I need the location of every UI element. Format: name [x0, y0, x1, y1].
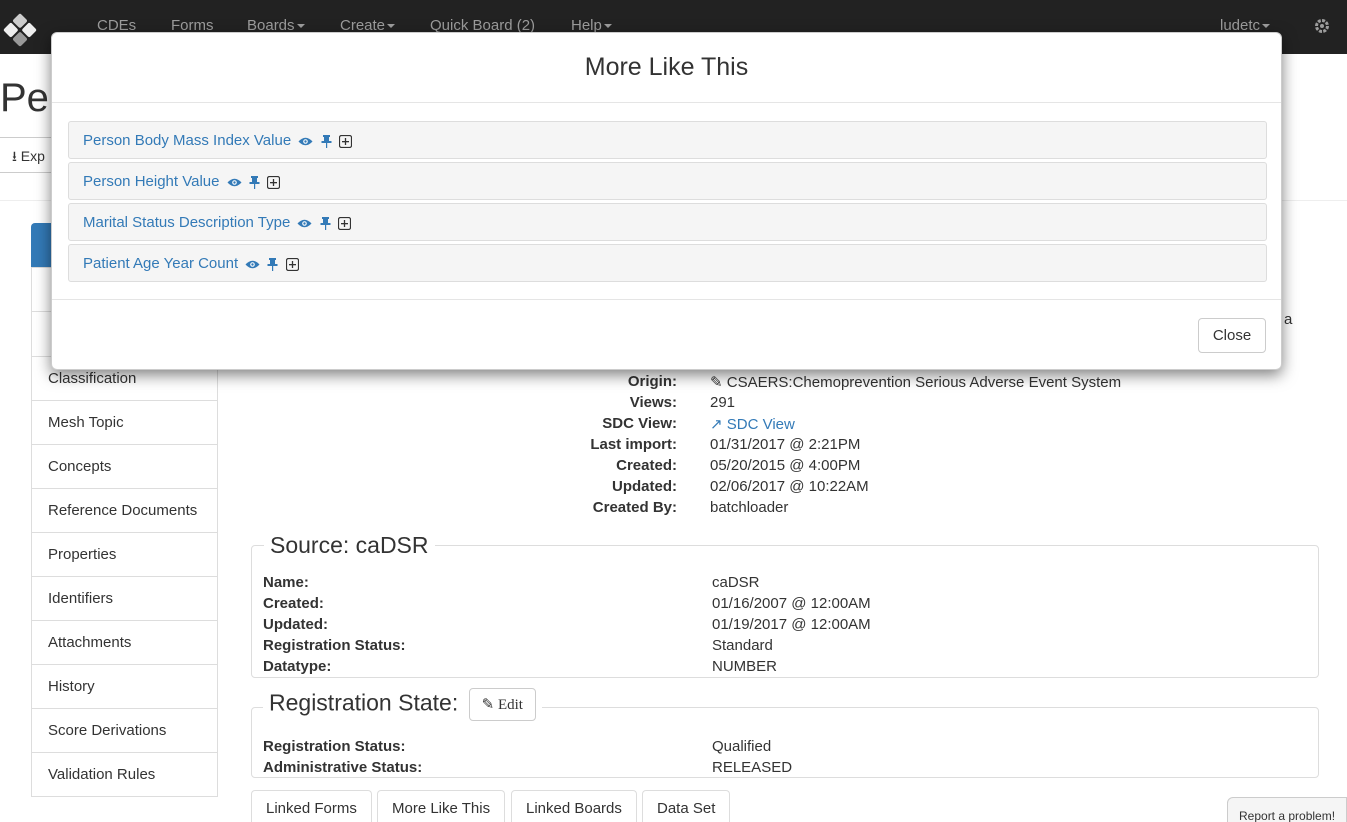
- modal-body: Person Body Mass Index Value Person Heig…: [68, 121, 1267, 285]
- result-item: Patient Age Year Count: [68, 244, 1267, 282]
- result-item: Person Height Value: [68, 162, 1267, 200]
- add-to-board-icon[interactable]: [338, 134, 352, 148]
- result-item: Marital Status Description Type: [68, 203, 1267, 241]
- result-link[interactable]: Patient Age Year Count: [83, 255, 238, 272]
- result-link[interactable]: Person Height Value: [83, 173, 219, 190]
- modal-footer: Close: [52, 299, 1281, 369]
- modal-title: More Like This: [584, 53, 749, 81]
- pin-icon[interactable]: [320, 216, 331, 230]
- result-link[interactable]: Person Body Mass Index Value: [83, 132, 291, 149]
- result-item: Person Body Mass Index Value: [68, 121, 1267, 159]
- eye-icon[interactable]: [297, 218, 312, 229]
- result-link[interactable]: Marital Status Description Type: [83, 214, 290, 231]
- eye-icon[interactable]: [245, 259, 260, 270]
- add-to-board-icon[interactable]: [267, 175, 280, 189]
- eye-icon[interactable]: [227, 177, 242, 188]
- pin-icon[interactable]: [249, 175, 260, 189]
- eye-icon[interactable]: [298, 136, 313, 147]
- add-to-board-icon[interactable]: [337, 216, 351, 230]
- close-button[interactable]: Close: [1198, 318, 1266, 353]
- modal-header: More Like This: [52, 33, 1281, 103]
- add-to-board-icon[interactable]: [285, 257, 299, 271]
- pin-icon[interactable]: [267, 257, 278, 271]
- more-like-this-modal: More Like This Person Body Mass Index Va…: [51, 32, 1282, 370]
- pin-icon[interactable]: [321, 134, 332, 148]
